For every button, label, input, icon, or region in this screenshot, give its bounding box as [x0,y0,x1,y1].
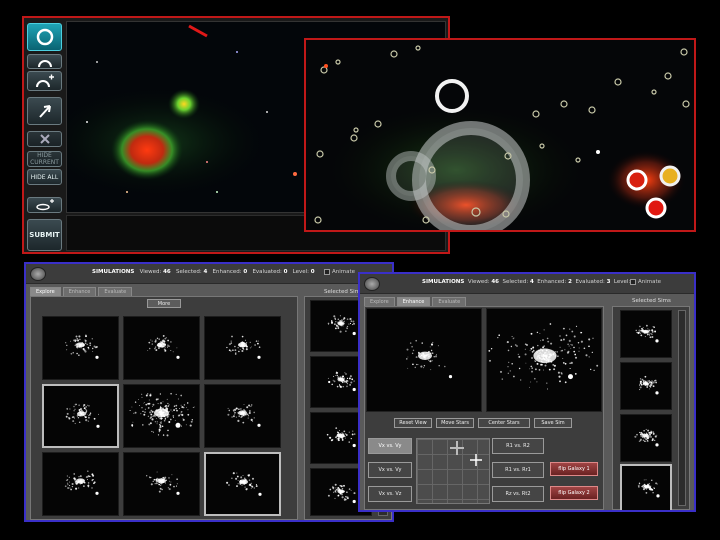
galaxy-thumbnail-render [65,334,99,359]
selected-sims-title: Selected Sims [632,298,671,304]
save-sim-button[interactable]: Save Sim [534,418,572,428]
selected-sim-thumbnail[interactable] [620,414,672,462]
enhanced-count: 0 [243,269,248,275]
selected-sim-thumbnail[interactable] [620,464,672,510]
projection-r1-r2[interactable]: R1 vs. R2 [492,438,544,454]
galaxy-thumbnail-render [146,471,180,495]
toolbar: HIDE CURRENT HIDE ALL SUBMIT [27,21,63,251]
flip-galaxy-1-button[interactable]: flip Galaxy 1 [550,462,598,476]
zoomed-sky-inset[interactable] [304,38,696,232]
move-stars-button[interactable]: Move Stars [436,418,474,428]
galaxy-thumbnail-render [637,479,660,498]
galaxy-thumbnail-render [65,403,100,428]
hide-current-button[interactable]: HIDE CURRENT [27,151,62,167]
galaxy-render-right [488,323,599,390]
add-arc-tool-button[interactable] [27,71,62,91]
projection-rz-rt2[interactable]: Rz vs. Rt2 [492,486,544,502]
enhanced-count: 2 [568,279,572,285]
animate-toggle[interactable]: Animate [324,269,355,275]
galaxy-thumbnail-render [129,392,196,437]
simulation-thumbnail[interactable] [42,384,119,448]
galaxy-thumbnail-render [488,323,599,390]
galaxy-thumbnail-render [634,428,659,447]
galaxy-view-left[interactable] [366,308,482,412]
app-header: SIMULATIONS Viewed: 46 Selected: 4 Enhan… [360,274,694,294]
animate-checkbox[interactable] [630,279,636,285]
tab-bar: Explore Enhance Evaluate [364,297,467,306]
simulation-thumbnail[interactable] [42,452,119,516]
galaxy-thumbnail-render [635,324,659,343]
projection-vx-vy-2[interactable]: Vx vs. Vy [368,462,412,478]
orientation-pad[interactable] [416,438,490,504]
evaluated-count: 3 [606,279,611,285]
header-title: SIMULATIONS [422,279,465,285]
galaxy-thumbnail-render [226,472,262,496]
selected-sim-thumbnail[interactable] [620,362,672,410]
tab-bar: Explore Enhance Evaluate [30,287,133,296]
zoomed-sky-field [314,45,690,230]
simulation-thumbnail[interactable] [42,316,119,380]
projection-vx-vy-1[interactable]: Vx vs. Vy [368,438,412,454]
simulation-thumbnail[interactable] [123,316,200,380]
crosshair-icon [450,441,482,466]
arc-icon [37,59,52,67]
pointer-tool-button[interactable] [27,97,62,125]
selected-sims-title: Selected Sim [324,289,360,295]
tab-explore[interactable]: Explore [364,297,395,306]
arc-tool-button[interactable] [27,54,62,69]
flip-galaxy-2-button[interactable]: flip Galaxy 2 [550,486,598,500]
level-count: 0 [310,269,315,275]
simulation-thumbnail[interactable] [204,452,281,516]
animate-checkbox[interactable] [324,269,330,275]
galaxy-thumbnail-render [226,335,261,359]
galaxy-star-icon [35,199,54,211]
more-button[interactable]: More [147,299,181,308]
hide-all-button[interactable]: HIDE ALL [27,169,62,185]
center-stars-button[interactable]: Center Stars [478,418,530,428]
projection-r1-rr1[interactable]: R1 vs. Rr1 [492,462,544,478]
app-logo-icon [30,267,46,281]
simulation-thumbnail[interactable] [204,316,281,380]
galaxy-thumbnail-render [64,470,99,495]
circle-tool-button[interactable] [27,23,62,51]
selected-count: 4 [529,279,534,285]
animate-toggle[interactable]: Animate [630,279,661,285]
circle-icon [36,28,53,46]
viewed-count: 46 [163,269,171,275]
selected-sims-scrollbar[interactable] [678,310,686,506]
simulation-thumbnail[interactable] [123,384,200,448]
galaxy-thumbnail-render [147,334,180,359]
selected-count: 4 [203,269,208,275]
close-x-icon [39,134,50,144]
delete-button[interactable] [27,131,62,147]
tab-explore[interactable]: Explore [30,287,61,296]
galaxy-tool-button[interactable] [27,197,62,213]
simulation-enhance-window: SIMULATIONS Viewed: 46 Selected: 4 Enhan… [358,272,696,512]
galaxy-render-left [406,339,453,379]
galaxy-thumbnail-render [639,375,659,395]
galaxy-view-right[interactable] [486,308,602,412]
submit-button[interactable]: SUBMIT [27,219,62,251]
tab-evaluate[interactable]: Evaluate [98,287,133,296]
viewed-count: 46 [491,279,500,285]
galaxy-thumbnail-render [227,404,261,427]
simulation-thumbnail[interactable] [123,452,200,516]
reset-view-button[interactable]: Reset View [394,418,432,428]
tab-enhance[interactable]: Enhance [62,287,97,296]
header-title: SIMULATIONS [92,269,135,275]
evaluated-count: 0 [283,269,288,275]
app-header: SIMULATIONS Viewed: 46 Selected: 4 Enhan… [26,264,392,284]
selected-sim-thumbnail[interactable] [620,310,672,358]
simulation-explore-window: SIMULATIONS Viewed: 46 Selected: 4 Enhan… [24,262,394,522]
app-logo-icon [364,277,380,291]
simulation-thumbnail[interactable] [204,384,281,448]
projection-vx-vz[interactable]: Vx vs. Vz [368,486,412,502]
add-arc-icon [35,74,54,88]
galaxy-thumbnail-render [406,339,453,379]
tab-evaluate[interactable]: Evaluate [432,297,467,306]
arrow-pointer-icon [38,105,51,118]
tab-enhance[interactable]: Enhance [396,297,431,306]
